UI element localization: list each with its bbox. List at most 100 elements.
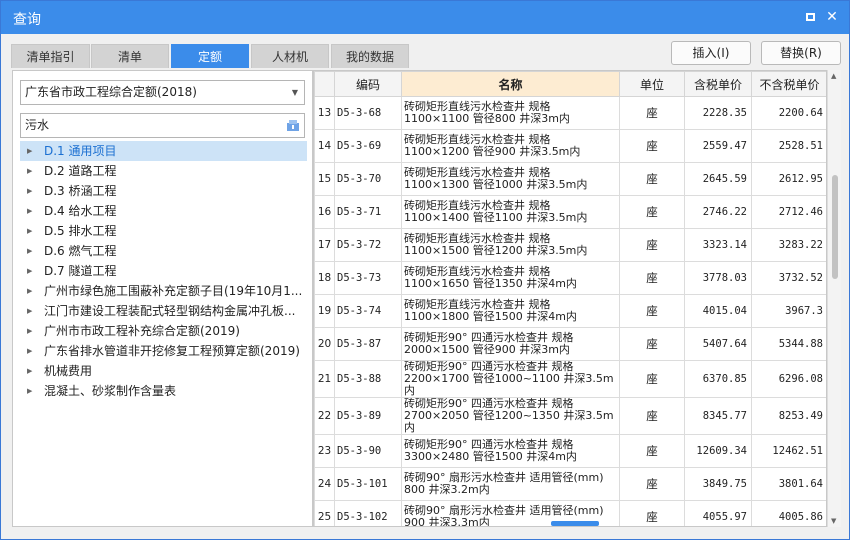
table-row[interactable]: 21 D5-3-88 砖砌矩形90° 四通污水检查井 规格 2200×1700 管径1… xyxy=(314,360,826,398)
row-name: 砖砌矩形90° 四通污水检查井 规格 2000×1500 管径900 井深3m内 xyxy=(401,327,620,361)
tree-item[interactable]: ▶ 机械费用 xyxy=(20,361,307,381)
chevron-right-icon[interactable]: ▶ xyxy=(27,201,32,221)
title-bar: 查询 ✕ xyxy=(1,1,849,34)
tab-my-data[interactable]: 我的数据 xyxy=(331,44,409,68)
row-notax-price: 8253.49 xyxy=(751,397,826,435)
row-index: 23 xyxy=(314,434,335,468)
row-index: 17 xyxy=(314,228,335,262)
row-code: D5-3-101 xyxy=(334,467,402,501)
row-name: 砖砌矩形90° 四通污水检查井 规格 2200×1700 管径1000~1100 … xyxy=(401,360,620,398)
table-row[interactable]: 22 D5-3-89 砖砌矩形90° 四通污水检查井 规格 2700×2050 管径1… xyxy=(314,397,826,435)
chevron-right-icon[interactable]: ▶ xyxy=(27,321,32,341)
tree-item[interactable]: ▶ D.7 隧道工程 xyxy=(20,261,307,281)
chevron-right-icon[interactable]: ▶ xyxy=(27,181,32,201)
quota-grid: 编码 名称 单位 含税单价 不含税单价 13 D5-3-68 砖砌矩形直线污水检查井… xyxy=(313,70,827,527)
row-unit: 座 xyxy=(619,228,685,262)
tree-item[interactable]: ▶ D.1 通用项目 xyxy=(20,141,307,161)
row-tax-price: 2559.47 xyxy=(684,129,752,163)
chevron-right-icon[interactable]: ▶ xyxy=(27,261,32,281)
tree-item[interactable]: ▶ D.3 桥涵工程 xyxy=(20,181,307,201)
row-index: 19 xyxy=(314,294,335,328)
table-row[interactable]: 18 D5-3-73 砖砌矩形直线污水检查井 规格 1100×1650 管径1350 … xyxy=(314,261,826,295)
row-notax-price: 3283.22 xyxy=(751,228,826,262)
row-notax-price: 2712.46 xyxy=(751,195,826,229)
search-filter-icon[interactable] xyxy=(286,118,300,132)
row-unit: 座 xyxy=(619,129,685,163)
chevron-right-icon[interactable]: ▶ xyxy=(27,221,32,241)
chevron-right-icon[interactable]: ▶ xyxy=(27,361,32,381)
collapse-handle[interactable] xyxy=(551,521,599,526)
tree-item[interactable]: ▶ 江门市建设工程装配式轻型钢结构金属冲孔板... xyxy=(20,301,307,321)
col-header-unit[interactable]: 单位 xyxy=(619,71,685,97)
table-row[interactable]: 16 D5-3-71 砖砌矩形直线污水检查井 规格 1100×1400 管径1100 … xyxy=(314,195,826,229)
tab-list[interactable]: 清单 xyxy=(91,44,169,68)
tree-item[interactable]: ▶ 广东省排水管道非开挖修复工程预算定额(2019) xyxy=(20,341,307,361)
tree-item[interactable]: ▶ 广州市绿色施工围蔽补充定额子目(19年10月1... xyxy=(20,281,307,301)
tree-item[interactable]: ▶ 混凝土、砂浆制作含量表 xyxy=(20,381,307,401)
scroll-up-icon[interactable]: ▲ xyxy=(831,72,836,80)
tree-item[interactable]: ▶ D.2 道路工程 xyxy=(20,161,307,181)
col-header-index[interactable] xyxy=(314,71,335,97)
row-tax-price: 6370.85 xyxy=(684,360,752,398)
table-header-row: 编码 名称 单位 含税单价 不含税单价 xyxy=(314,71,826,97)
tab-quota[interactable]: 定额 xyxy=(171,44,249,68)
table-row[interactable]: 23 D5-3-90 砖砌矩形90° 四通污水检查井 规格 3300×2480 管径1… xyxy=(314,434,826,468)
col-header-tax-price[interactable]: 含税单价 xyxy=(684,71,752,97)
scroll-down-icon[interactable]: ▼ xyxy=(831,517,836,525)
search-input[interactable]: 污水 xyxy=(20,113,305,138)
search-input-value: 污水 xyxy=(25,118,50,132)
row-tax-price: 2645.59 xyxy=(684,162,752,196)
row-unit: 座 xyxy=(619,162,685,196)
col-header-name[interactable]: 名称 xyxy=(401,71,620,97)
table-row[interactable]: 13 D5-3-68 砖砌矩形直线污水检查井 规格 1100×1100 管径800 井… xyxy=(314,96,826,130)
tree-item[interactable]: ▶ D.4 给水工程 xyxy=(20,201,307,221)
row-unit: 座 xyxy=(619,500,685,526)
row-name: 砖砌矩形90° 四通污水检查井 规格 2700×2050 管径1200~1350 … xyxy=(401,397,620,435)
row-code: D5-3-73 xyxy=(334,261,402,295)
row-code: D5-3-89 xyxy=(334,397,402,435)
tab-list-guide[interactable]: 清单指引 xyxy=(11,44,90,68)
row-tax-price: 4015.04 xyxy=(684,294,752,328)
row-notax-price: 12462.51 xyxy=(751,434,826,468)
row-unit: 座 xyxy=(619,327,685,361)
chevron-right-icon[interactable]: ▶ xyxy=(27,381,32,401)
table-row[interactable]: 15 D5-3-70 砖砌矩形直线污水检查井 规格 1100×1300 管径1000 … xyxy=(314,162,826,196)
library-select[interactable]: 广东省市政工程综合定额(2018) ▼ xyxy=(20,80,305,105)
chevron-right-icon[interactable]: ▶ xyxy=(27,241,32,261)
chevron-right-icon[interactable]: ▶ xyxy=(27,161,32,181)
chevron-right-icon[interactable]: ▶ xyxy=(27,341,32,361)
row-tax-price: 3323.14 xyxy=(684,228,752,262)
query-window: 查询 ✕ 清单指引 清单 定额 人材机 我的数据 插入(I) 替换(R) 广东省… xyxy=(0,0,850,540)
replace-button[interactable]: 替换(R) xyxy=(761,41,841,65)
row-notax-price: 2612.95 xyxy=(751,162,826,196)
tree-item[interactable]: ▶ D.6 燃气工程 xyxy=(20,241,307,261)
chevron-right-icon[interactable]: ▶ xyxy=(27,281,32,301)
close-icon[interactable]: ✕ xyxy=(823,8,841,26)
table-row[interactable]: 17 D5-3-72 砖砌矩形直线污水检查井 规格 1100×1500 管径1200 … xyxy=(314,228,826,262)
vertical-scrollbar[interactable]: ▲ ▼ xyxy=(827,70,841,527)
table-row[interactable]: 20 D5-3-87 砖砌矩形90° 四通污水检查井 规格 2000×1500 管径9… xyxy=(314,327,826,361)
row-notax-price: 6296.08 xyxy=(751,360,826,398)
chevron-down-icon: ▼ xyxy=(291,88,298,97)
row-index: 14 xyxy=(314,129,335,163)
table-row[interactable]: 14 D5-3-69 砖砌矩形直线污水检查井 规格 1100×1200 管径900 井… xyxy=(314,129,826,163)
row-tax-price: 2746.22 xyxy=(684,195,752,229)
row-unit: 座 xyxy=(619,261,685,295)
scrollbar-thumb[interactable] xyxy=(832,175,838,279)
quota-table: 编码 名称 单位 含税单价 不含税单价 13 D5-3-68 砖砌矩形直线污水检查井… xyxy=(314,71,826,526)
tree-item[interactable]: ▶ 广州市市政工程补充综合定额(2019) xyxy=(20,321,307,341)
col-header-code[interactable]: 编码 xyxy=(334,71,402,97)
insert-button[interactable]: 插入(I) xyxy=(671,41,751,65)
restore-icon[interactable] xyxy=(801,8,819,26)
row-name: 砖砌矩形直线污水检查井 规格 1100×1200 管径900 井深3.5m内 xyxy=(401,129,620,163)
table-row[interactable]: 19 D5-3-74 砖砌矩形直线污水检查井 规格 1100×1800 管径1500 … xyxy=(314,294,826,328)
table-row[interactable]: 24 D5-3-101 砖砌90° 扇形污水检查井 适用管径(mm) 800 井深3.… xyxy=(314,467,826,501)
row-index: 13 xyxy=(314,96,335,130)
chevron-right-icon[interactable]: ▶ xyxy=(27,301,32,321)
row-tax-price: 5407.64 xyxy=(684,327,752,361)
tab-labor-material-machine[interactable]: 人材机 xyxy=(251,44,329,68)
row-index: 20 xyxy=(314,327,335,361)
chevron-right-icon[interactable]: ▶ xyxy=(27,141,32,161)
col-header-notax-price[interactable]: 不含税单价 xyxy=(751,71,826,97)
tree-item[interactable]: ▶ D.5 排水工程 xyxy=(20,221,307,241)
